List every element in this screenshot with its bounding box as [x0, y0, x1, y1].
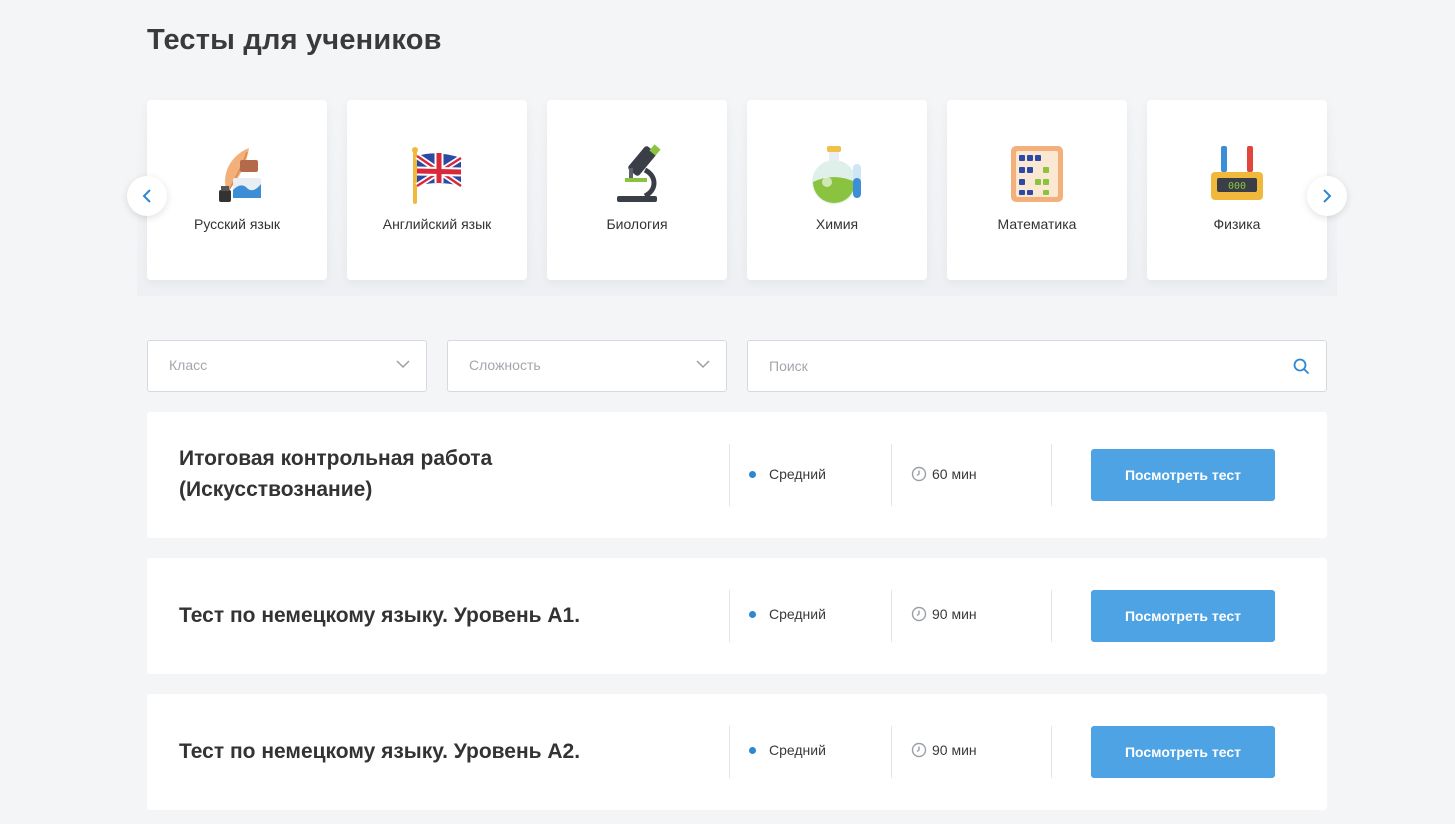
chemistry-flask-icon	[807, 142, 867, 206]
battery-meter-icon: 000	[1207, 142, 1267, 206]
test-duration: 90 мин	[911, 606, 977, 622]
divider	[891, 726, 892, 778]
test-duration-label: 60 мин	[932, 466, 977, 482]
test-level: Средний	[749, 606, 826, 622]
divider	[891, 590, 892, 642]
test-duration-label: 90 мин	[932, 742, 977, 758]
test-level: Средний	[749, 466, 826, 482]
test-duration-label: 90 мин	[932, 606, 977, 622]
view-test-button[interactable]: Посмотреть тест	[1091, 590, 1275, 642]
subject-label: Биология	[606, 216, 668, 232]
subject-card-english[interactable]: Английский язык	[347, 100, 527, 280]
page-title: Тесты для учеников	[147, 24, 442, 56]
carousel-prev-button[interactable]	[127, 176, 167, 216]
test-row: Итоговая контрольная работа (Искусствозн…	[147, 412, 1327, 538]
divider	[729, 726, 730, 778]
divider	[1051, 726, 1052, 778]
subject-card-math[interactable]: Математика	[947, 100, 1127, 280]
view-test-button[interactable]: Посмотреть тест	[1091, 726, 1275, 778]
subject-card-russian[interactable]: Русский язык	[147, 100, 327, 280]
svg-text:000: 000	[1228, 181, 1246, 192]
test-level: Средний	[749, 742, 826, 758]
level-dot-icon	[749, 470, 756, 478]
uk-flag-icon	[407, 142, 467, 206]
search-icon[interactable]	[1293, 358, 1310, 375]
carousel-next-button[interactable]	[1307, 176, 1347, 216]
subject-card-chemistry[interactable]: Химия	[747, 100, 927, 280]
divider	[891, 444, 892, 506]
clock-icon	[911, 466, 927, 482]
test-level-label: Средний	[769, 606, 826, 622]
test-level-label: Средний	[769, 466, 826, 482]
difficulty-select-placeholder: Сложность	[469, 357, 541, 373]
test-row: Тест по немецкому языку. Уровень А1. Сре…	[147, 558, 1327, 674]
subject-label: Математика	[997, 216, 1077, 232]
search-input[interactable]	[748, 341, 1288, 391]
subject-carousel: Русский язык Английский язык Биология Хи…	[137, 96, 1337, 296]
chevron-right-icon	[1323, 189, 1332, 203]
subject-card-physics[interactable]: 000 Физика	[1147, 100, 1327, 280]
test-title: Тест по немецкому языку. Уровень А1.	[179, 604, 581, 627]
subject-label: Химия	[815, 216, 859, 232]
test-level-label: Средний	[769, 742, 826, 758]
subject-label: Русский язык	[193, 216, 281, 232]
microscope-icon	[607, 142, 667, 206]
divider	[729, 590, 730, 642]
class-select[interactable]: Класс	[147, 340, 427, 392]
chevron-left-icon	[142, 189, 151, 203]
view-test-button[interactable]: Посмотреть тест	[1091, 449, 1275, 501]
divider	[1051, 444, 1052, 506]
divider	[729, 444, 730, 506]
test-row: Тест по немецкому языку. Уровень А2. Сре…	[147, 694, 1327, 810]
level-dot-icon	[749, 610, 756, 618]
test-title: Итоговая контрольная работа (Искусствозн…	[179, 447, 493, 501]
abacus-icon	[1007, 142, 1067, 206]
search-box	[747, 340, 1327, 392]
test-duration: 60 мин	[911, 466, 977, 482]
subject-card-biology[interactable]: Биология	[547, 100, 727, 280]
level-dot-icon	[749, 746, 756, 754]
subject-label: Английский язык	[382, 216, 492, 232]
divider	[1051, 590, 1052, 642]
clock-icon	[911, 742, 927, 758]
test-duration: 90 мин	[911, 742, 977, 758]
chevron-down-icon	[396, 360, 410, 369]
quill-inkwell-icon	[207, 142, 267, 206]
subject-label: Физика	[1213, 216, 1261, 232]
test-title: Тест по немецкому языку. Уровень А2.	[179, 740, 581, 763]
chevron-down-icon	[696, 360, 710, 369]
difficulty-select[interactable]: Сложность	[447, 340, 727, 392]
clock-icon	[911, 606, 927, 622]
class-select-placeholder: Класс	[169, 357, 208, 373]
